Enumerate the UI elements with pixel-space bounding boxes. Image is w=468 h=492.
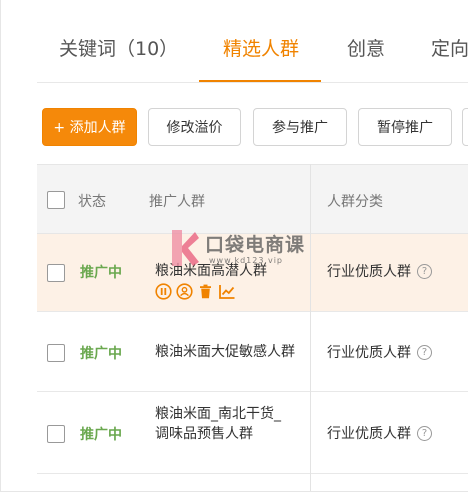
tab-keywords[interactable]: 关键词（10） — [59, 34, 178, 61]
watermark: 口袋电商课 www.kd123.vip — [169, 228, 309, 272]
crowd-category: 行业优质人群 ? — [327, 423, 432, 443]
table-header: 状态 推广人群 人群分类 — [37, 164, 468, 234]
row-checkbox[interactable] — [47, 264, 65, 282]
help-icon[interactable]: ? — [417, 263, 432, 279]
category-label: 行业优质人群 — [327, 345, 411, 361]
more-button[interactable] — [462, 108, 468, 146]
pause-promotion-button[interactable]: 暂停推广 — [358, 108, 452, 146]
table-row[interactable]: 推广中 粮油米面_南北干货_ 调味品预售人群 行业优质人群 ? — [37, 392, 468, 474]
watermark-title: 口袋电商课 — [205, 234, 306, 256]
pause-icon[interactable] — [155, 283, 172, 300]
watermark-logo-icon — [172, 230, 199, 266]
header-category: 人群分类 — [327, 194, 383, 210]
crowd-category: 行业优质人群 ? — [327, 261, 432, 281]
row-actions — [155, 283, 236, 300]
crowd-name: 粮油米面_南北干货_ 调味品预售人群 — [155, 404, 281, 444]
crowd-category: 行业优质人群 ? — [327, 342, 432, 362]
status-badge: 推广中 — [80, 346, 122, 362]
select-all-checkbox[interactable] — [47, 191, 65, 209]
tab-targeting[interactable]: 定向 — [431, 34, 468, 61]
tab-creative[interactable]: 创意 — [347, 34, 385, 61]
chart-icon[interactable] — [218, 283, 236, 300]
help-icon[interactable]: ? — [417, 425, 432, 441]
row-checkbox[interactable] — [47, 425, 65, 443]
app-frame: 关键词（10） 精选人群 创意 定向 + 添加人群 修改溢价 参与推广 暂停推广… — [0, 0, 468, 492]
header-status: 状态 — [78, 194, 106, 210]
watermark-url: www.kd123.vip — [209, 256, 283, 265]
crowd-name-line1: 粮油米面_南北干货_ — [155, 406, 281, 422]
add-crowd-button[interactable]: + 添加人群 — [42, 108, 137, 146]
crowd-name: 粮油米面大促敏感人群 — [155, 344, 295, 360]
status-badge: 推广中 — [80, 427, 122, 443]
tabs-divider — [37, 82, 468, 83]
category-label: 行业优质人群 — [327, 426, 411, 442]
table-row[interactable]: 推广中 粮油米面大促敏感人群 行业优质人群 ? — [37, 312, 468, 392]
tab-bar: 关键词（10） 精选人群 创意 定向 — [1, 0, 468, 84]
row-checkbox[interactable] — [47, 344, 65, 362]
status-badge: 推广中 — [80, 265, 122, 281]
user-icon[interactable] — [176, 283, 193, 300]
trash-icon[interactable] — [197, 283, 214, 300]
header-crowd: 推广人群 — [149, 194, 205, 210]
help-icon[interactable]: ? — [417, 344, 432, 360]
category-label: 行业优质人群 — [327, 264, 411, 280]
column-divider — [310, 164, 311, 491]
modify-premium-button[interactable]: 修改溢价 — [148, 108, 241, 146]
crowd-name-line2: 调味品预售人群 — [155, 426, 253, 442]
tab-selected-crowds[interactable]: 精选人群 — [223, 34, 299, 61]
join-promotion-button[interactable]: 参与推广 — [253, 108, 347, 146]
